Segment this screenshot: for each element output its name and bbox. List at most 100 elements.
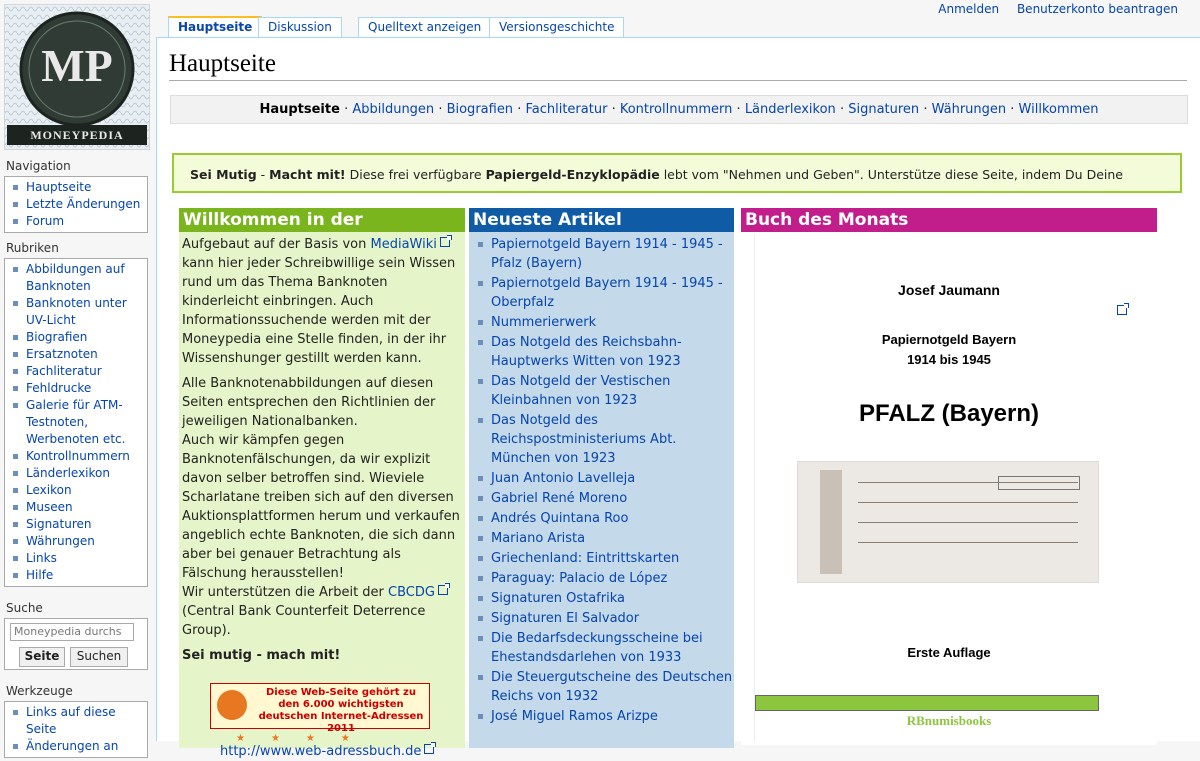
title-divider — [169, 80, 1187, 81]
article-link[interactable]: Signaturen Ostafrika — [491, 591, 625, 606]
badge-logo-icon — [217, 690, 247, 720]
list-item: José Miguel Ramos Arizpe — [469, 707, 734, 726]
newest-articles-heading: Neueste Artikel — [469, 208, 734, 232]
list-item: Mariano Arista — [469, 529, 734, 548]
sidebar-item-hauptseite: Hauptseite — [5, 179, 147, 196]
navbar-link-abbildungen[interactable]: Abbildungen — [352, 102, 434, 117]
newest-articles-body: Papiernotgeld Bayern 1914 - 1945 - Pfalz… — [469, 232, 734, 748]
tab-history[interactable]: Versionsgeschichte — [489, 17, 625, 37]
navbar-link-biografien[interactable]: Biografien — [447, 102, 513, 117]
list-item: Die Steuergutscheine des Deutschen Reich… — [469, 668, 734, 706]
welcome-call-to-action: Sei mutig - mach mit! — [182, 648, 341, 663]
article-link[interactable]: Das Notgeld des Reichsbahn-Hauptwerks Wi… — [491, 335, 682, 369]
list-item: Signaturen Ostafrika — [469, 589, 734, 608]
mediawiki-link[interactable]: MediaWiki — [370, 235, 452, 252]
sidebar-item-aenderungen-an: Änderungen an — [5, 738, 147, 755]
list-item: Juan Antonio Lavelleja — [469, 469, 734, 488]
article-link[interactable]: Nummerierwerk — [491, 315, 596, 330]
welcome-paragraph-4: Wir unterstützen die Arbeit der CBCDG (C… — [182, 583, 462, 640]
article-link[interactable]: Paraguay: Palacio de López — [491, 571, 667, 586]
sidebar-item-waehrungen: Währungen — [5, 533, 147, 550]
sidebar-item-links: Links — [5, 550, 147, 567]
web-adressbuch-link[interactable]: http://www.web-adressbuch.de — [220, 742, 437, 759]
tab-main[interactable]: Hauptseite — [168, 16, 263, 37]
cbcdg-link[interactable]: CBCDG — [388, 583, 450, 600]
article-link[interactable]: Juan Antonio Lavelleja — [491, 471, 635, 486]
tools-portal: Links auf diese Seite Änderungen an — [4, 701, 148, 758]
sidebar-item-biografien: Biografien — [5, 329, 147, 346]
site-logo[interactable]: MP MONEYPEDIA — [4, 4, 150, 150]
sidebar-item-signaturen: Signaturen — [5, 516, 147, 533]
tab-view-source[interactable]: Quelltext anzeigen — [358, 17, 492, 37]
list-item: Das Notgeld des Reichsbahn-Hauptwerks Wi… — [469, 333, 734, 371]
list-item: Paraguay: Palacio de López — [469, 569, 734, 588]
sidebar-item-laenderlexikon: Länderlexikon — [5, 465, 147, 482]
external-link-icon[interactable] — [1117, 303, 1129, 315]
article-link[interactable]: Mariano Arista — [491, 531, 585, 546]
article-link[interactable]: Das Notgeld des Reichspostministeriums A… — [491, 413, 676, 466]
create-account-link[interactable]: Benutzerkonto beantragen — [1017, 2, 1178, 16]
sidebar-item-forum: Forum — [5, 213, 147, 230]
sidebar-item-museen: Museen — [5, 499, 147, 516]
article-link[interactable]: Das Notgeld der Vestischen Kleinbahnen v… — [491, 374, 670, 408]
article-link[interactable]: Papiernotgeld Bayern 1914 - 1945 - Oberp… — [491, 276, 723, 310]
list-item: Das Notgeld des Reichspostministeriums A… — [469, 411, 734, 468]
sidebar-item-lexikon: Lexikon — [5, 482, 147, 499]
navbar-link-fachliteratur[interactable]: Fachliteratur — [525, 102, 607, 117]
web-adressbuch-badge[interactable]: Diese Web-Seite gehört zu den 6.000 wich… — [210, 683, 430, 744]
article-link[interactable]: Signaturen El Salvador — [491, 611, 639, 626]
book-of-month-box: Buch des Monats Josef Jaumann Papiernotg… — [741, 208, 1157, 745]
article-link[interactable]: Gabriel René Moreno — [491, 491, 627, 506]
login-link[interactable]: Anmelden — [938, 2, 999, 16]
list-item: Das Notgeld der Vestischen Kleinbahnen v… — [469, 372, 734, 410]
sidebar-item-fachliteratur: Fachliteratur — [5, 363, 147, 380]
welcome-box: Willkommen in der Moneypedia Aufgebaut a… — [179, 208, 465, 759]
sidebar-item-links-auf-diese-seite: Links auf diese Seite — [5, 704, 147, 738]
main-content: Hauptseite Hauptseite · Abbildungen · Bi… — [156, 37, 1200, 759]
navbar-link-willkommen[interactable]: Willkommen — [1019, 102, 1099, 117]
navbar-link-signaturen[interactable]: Signaturen — [848, 102, 919, 117]
book-publisher: RBnumisbooks — [906, 713, 992, 728]
list-item: Gabriel René Moreno — [469, 489, 734, 508]
list-item: Andrés Quintana Roo — [469, 509, 734, 528]
book-of-month-body: Josef Jaumann Papiernotgeld Bayern 1914 … — [741, 232, 1157, 745]
portal-navbar: Hauptseite · Abbildungen · Biografien · … — [170, 95, 1188, 124]
navbar-link-waehrungen[interactable]: Währungen — [932, 102, 1007, 117]
list-item: Die Bedarfsdeckungsscheine bei Ehestands… — [469, 629, 734, 667]
external-link-icon — [424, 742, 437, 754]
badge-stars-icon: ★★★★ — [236, 733, 376, 744]
sidebar-item-abbildungen: Abbildungen auf Banknoten — [5, 261, 147, 295]
list-item: Griechenland: Eintrittskarten — [469, 549, 734, 568]
welcome-heading: Willkommen in der Moneypedia — [179, 208, 465, 254]
search-button[interactable]: Suchen — [70, 647, 128, 667]
list-item: Signaturen El Salvador — [469, 609, 734, 628]
navigation-heading: Navigation — [6, 159, 71, 173]
go-button[interactable]: Seite — [19, 647, 65, 667]
rubriken-heading: Rubriken — [6, 241, 59, 255]
navbar-link-laenderlexikon[interactable]: Länderlexikon — [745, 102, 836, 117]
sidebar-item-ersatznoten: Ersatznoten — [5, 346, 147, 363]
article-link[interactable]: Papiernotgeld Bayern 1914 - 1945 - Pfalz… — [491, 237, 723, 271]
article-link[interactable]: Andrés Quintana Roo — [491, 511, 628, 526]
tab-discussion[interactable]: Diskussion — [258, 17, 342, 37]
sidebar-item-galerie: Galerie für ATM-Testnoten, Werbenoten et… — [5, 397, 147, 448]
navbar-link-kontrollnummern[interactable]: Kontrollnummern — [620, 102, 733, 117]
list-item: Nummerierwerk — [469, 313, 734, 332]
welcome-body: Aufgebaut auf der Basis von MediaWiki ka… — [179, 232, 465, 759]
list-item: Papiernotgeld Bayern 1914 - 1945 - Oberp… — [469, 274, 734, 312]
logo-letters: MP — [41, 40, 113, 91]
external-link-icon — [437, 583, 450, 595]
welcome-paragraph-1: Aufgebaut auf der Basis von MediaWiki ka… — [182, 235, 456, 366]
book-cover-image[interactable]: Josef Jaumann Papiernotgeld Bayern 1914 … — [754, 234, 1143, 742]
list-item: Papiernotgeld Bayern 1914 - 1945 - Pfalz… — [469, 235, 734, 273]
article-link[interactable]: Die Steuergutscheine des Deutschen Reich… — [491, 670, 732, 704]
mutig-bold-2: Macht mit! — [269, 167, 346, 182]
article-link[interactable]: José Miguel Ramos Arizpe — [491, 709, 658, 724]
sidebar-item-uv-licht: Banknoten unter UV-Licht — [5, 295, 147, 329]
banknote-image — [797, 461, 1099, 583]
article-link[interactable]: Die Bedarfsdeckungsscheine bei Ehestands… — [491, 631, 703, 665]
article-link[interactable]: Griechenland: Eintrittskarten — [491, 551, 679, 566]
external-link-icon — [439, 235, 452, 247]
search-input[interactable]: Moneypedia durchs — [10, 623, 134, 641]
mutig-bold-1: Sei Mutig — [190, 167, 257, 182]
